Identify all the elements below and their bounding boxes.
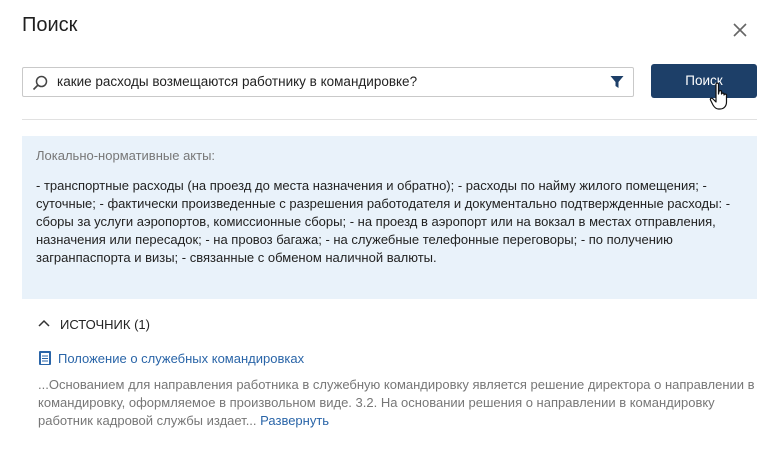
divider — [22, 119, 757, 120]
answer-text: - транспортные расходы (на проезд до мес… — [36, 178, 731, 265]
source-excerpt: ...Основанием для направления работника … — [38, 376, 756, 430]
dialog-title: Поиск — [22, 14, 78, 36]
close-icon[interactable] — [730, 20, 750, 40]
sources-toggle[interactable]: ИСТОЧНИК (1) — [38, 317, 150, 335]
search-button[interactable]: Поиск — [651, 64, 757, 98]
source-item: Положение о служебных командировках — [38, 350, 304, 370]
source-document-link[interactable]: Положение о служебных командировках — [58, 351, 304, 366]
answer-panel: Локально-нормативные акты: - транспортны… — [22, 136, 757, 299]
search-query-text[interactable]: какие расходы возмещаются работнику в ко… — [57, 68, 417, 96]
expand-link[interactable]: Развернуть — [260, 413, 329, 428]
chevron-up-icon — [38, 319, 50, 327]
search-dialog: Поиск какие расходы возмещаются работник… — [0, 0, 772, 449]
sources-header-label: ИСТОЧНИК (1) — [60, 317, 150, 332]
document-icon — [39, 351, 51, 365]
source-excerpt-text: ...Основанием для направления работника … — [38, 377, 755, 428]
filter-icon[interactable] — [610, 75, 624, 89]
cursor-hand-icon — [709, 82, 728, 110]
answer-label: Локально-нормативные акты: — [36, 148, 216, 163]
search-input[interactable]: какие расходы возмещаются работнику в ко… — [22, 67, 634, 97]
search-icon — [32, 75, 48, 91]
